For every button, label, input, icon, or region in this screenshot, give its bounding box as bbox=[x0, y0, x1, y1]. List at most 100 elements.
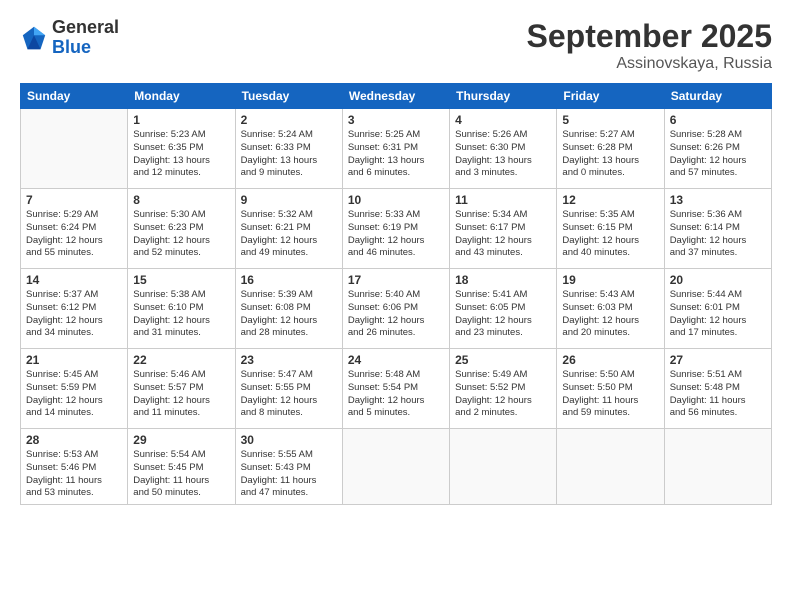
calendar-cell bbox=[21, 109, 128, 189]
calendar-cell: 13 Sunrise: 5:36 AMSunset: 6:14 PMDayligh… bbox=[664, 189, 771, 269]
header-day-friday: Friday bbox=[557, 84, 664, 109]
day-info: Sunrise: 5:51 AMSunset: 5:48 PMDaylight:… bbox=[670, 369, 766, 420]
day-number: 20 bbox=[670, 273, 766, 287]
day-info: Sunrise: 5:29 AMSunset: 6:24 PMDaylight:… bbox=[26, 209, 122, 260]
calendar-cell: 28 Sunrise: 5:53 AMSunset: 5:46 PMDayligh… bbox=[21, 429, 128, 505]
calendar-cell: 18 Sunrise: 5:41 AMSunset: 6:05 PMDayligh… bbox=[450, 269, 557, 349]
calendar-cell: 7 Sunrise: 5:29 AMSunset: 6:24 PMDaylight… bbox=[21, 189, 128, 269]
day-info: Sunrise: 5:46 AMSunset: 5:57 PMDaylight:… bbox=[133, 369, 229, 420]
calendar-week-2: 7 Sunrise: 5:29 AMSunset: 6:24 PMDaylight… bbox=[21, 189, 772, 269]
day-number: 19 bbox=[562, 273, 658, 287]
logo-general: General bbox=[52, 18, 119, 38]
day-info: Sunrise: 5:43 AMSunset: 6:03 PMDaylight:… bbox=[562, 289, 658, 340]
day-number: 13 bbox=[670, 193, 766, 207]
day-info: Sunrise: 5:23 AMSunset: 6:35 PMDaylight:… bbox=[133, 129, 229, 180]
day-number: 6 bbox=[670, 113, 766, 127]
day-info: Sunrise: 5:47 AMSunset: 5:55 PMDaylight:… bbox=[241, 369, 337, 420]
calendar-cell: 25Sunrise: 5:49 AMSunset: 5:52 PMDayligh… bbox=[450, 349, 557, 429]
logo: General Blue bbox=[20, 18, 119, 58]
day-number: 15 bbox=[133, 273, 229, 287]
calendar-cell bbox=[664, 429, 771, 505]
day-info: Sunrise: 5:54 AMSunset: 5:45 PMDaylight:… bbox=[133, 449, 229, 500]
logo-blue: Blue bbox=[52, 38, 119, 58]
calendar-cell bbox=[557, 429, 664, 505]
day-info: Sunrise: 5:44 AMSunset: 6:01 PMDaylight:… bbox=[670, 289, 766, 340]
day-number: 2 bbox=[241, 113, 337, 127]
calendar-week-5: 28 Sunrise: 5:53 AMSunset: 5:46 PMDayligh… bbox=[21, 429, 772, 505]
day-info: Sunrise: 5:38 AMSunset: 6:10 PMDaylight:… bbox=[133, 289, 229, 340]
day-info: Sunrise: 5:24 AMSunset: 6:33 PMDaylight:… bbox=[241, 129, 337, 180]
calendar-cell: 21 Sunrise: 5:45 AMSunset: 5:59 PMDayligh… bbox=[21, 349, 128, 429]
calendar-cell: 5 Sunrise: 5:27 AMSunset: 6:28 PMDaylight… bbox=[557, 109, 664, 189]
day-number: 22 bbox=[133, 353, 229, 367]
day-info: Sunrise: 5:49 AMSunset: 5:52 PMDaylight:… bbox=[455, 369, 551, 420]
day-number: 21 bbox=[26, 353, 122, 367]
calendar-cell: 12 Sunrise: 5:35 AMSunset: 6:15 PMDayligh… bbox=[557, 189, 664, 269]
header-row: SundayMondayTuesdayWednesdayThursdayFrid… bbox=[21, 84, 772, 109]
calendar-cell: 19 Sunrise: 5:43 AMSunset: 6:03 PMDayligh… bbox=[557, 269, 664, 349]
day-info: Sunrise: 5:25 AMSunset: 6:31 PMDaylight:… bbox=[348, 129, 444, 180]
calendar-cell: 24 Sunrise: 5:48 AMSunset: 5:54 PMDayligh… bbox=[342, 349, 449, 429]
calendar-cell: 16 Sunrise: 5:39 AMSunset: 6:08 PMDayligh… bbox=[235, 269, 342, 349]
location: Assinovskaya, Russia bbox=[527, 55, 772, 73]
day-info: Sunrise: 5:55 AMSunset: 5:43 PMDaylight:… bbox=[241, 449, 337, 500]
calendar-cell: 14 Sunrise: 5:37 AMSunset: 6:12 PMDayligh… bbox=[21, 269, 128, 349]
day-number: 8 bbox=[133, 193, 229, 207]
day-number: 28 bbox=[26, 433, 122, 447]
day-info: Sunrise: 5:48 AMSunset: 5:54 PMDaylight:… bbox=[348, 369, 444, 420]
day-number: 10 bbox=[348, 193, 444, 207]
day-number: 9 bbox=[241, 193, 337, 207]
day-info: Sunrise: 5:45 AMSunset: 5:59 PMDaylight:… bbox=[26, 369, 122, 420]
day-info: Sunrise: 5:26 AMSunset: 6:30 PMDaylight:… bbox=[455, 129, 551, 180]
day-info: Sunrise: 5:39 AMSunset: 6:08 PMDaylight:… bbox=[241, 289, 337, 340]
calendar-cell: 27 Sunrise: 5:51 AMSunset: 5:48 PMDayligh… bbox=[664, 349, 771, 429]
day-number: 11 bbox=[455, 193, 551, 207]
header: General Blue September 2025 Assinovskaya… bbox=[20, 18, 772, 73]
day-number: 1 bbox=[133, 113, 229, 127]
day-number: 17 bbox=[348, 273, 444, 287]
header-day-sunday: Sunday bbox=[21, 84, 128, 109]
day-number: 16 bbox=[241, 273, 337, 287]
day-info: Sunrise: 5:27 AMSunset: 6:28 PMDaylight:… bbox=[562, 129, 658, 180]
day-number: 7 bbox=[26, 193, 122, 207]
day-number: 24 bbox=[348, 353, 444, 367]
day-number: 4 bbox=[455, 113, 551, 127]
header-day-saturday: Saturday bbox=[664, 84, 771, 109]
day-info: Sunrise: 5:36 AMSunset: 6:14 PMDaylight:… bbox=[670, 209, 766, 260]
calendar-week-4: 21 Sunrise: 5:45 AMSunset: 5:59 PMDayligh… bbox=[21, 349, 772, 429]
day-info: Sunrise: 5:37 AMSunset: 6:12 PMDaylight:… bbox=[26, 289, 122, 340]
calendar-cell: 22 Sunrise: 5:46 AMSunset: 5:57 PMDayligh… bbox=[128, 349, 235, 429]
header-day-tuesday: Tuesday bbox=[235, 84, 342, 109]
calendar-header: SundayMondayTuesdayWednesdayThursdayFrid… bbox=[21, 84, 772, 109]
calendar-cell: 4 Sunrise: 5:26 AMSunset: 6:30 PMDaylight… bbox=[450, 109, 557, 189]
calendar-table: SundayMondayTuesdayWednesdayThursdayFrid… bbox=[20, 83, 772, 505]
day-number: 18 bbox=[455, 273, 551, 287]
calendar-cell: 11Sunrise: 5:34 AMSunset: 6:17 PMDayligh… bbox=[450, 189, 557, 269]
calendar-cell: 30Sunrise: 5:55 AMSunset: 5:43 PMDayligh… bbox=[235, 429, 342, 505]
calendar-body: 1 Sunrise: 5:23 AMSunset: 6:35 PMDaylight… bbox=[21, 109, 772, 505]
calendar-cell: 2 Sunrise: 5:24 AMSunset: 6:33 PMDaylight… bbox=[235, 109, 342, 189]
day-info: Sunrise: 5:35 AMSunset: 6:15 PMDaylight:… bbox=[562, 209, 658, 260]
calendar-cell: 15 Sunrise: 5:38 AMSunset: 6:10 PMDayligh… bbox=[128, 269, 235, 349]
day-number: 27 bbox=[670, 353, 766, 367]
day-info: Sunrise: 5:41 AMSunset: 6:05 PMDaylight:… bbox=[455, 289, 551, 340]
day-info: Sunrise: 5:53 AMSunset: 5:46 PMDaylight:… bbox=[26, 449, 122, 500]
title-block: September 2025 Assinovskaya, Russia bbox=[527, 18, 772, 73]
calendar-cell: 3Sunrise: 5:25 AMSunset: 6:31 PMDaylight… bbox=[342, 109, 449, 189]
calendar-cell: 10Sunrise: 5:33 AMSunset: 6:19 PMDayligh… bbox=[342, 189, 449, 269]
calendar-week-3: 14 Sunrise: 5:37 AMSunset: 6:12 PMDayligh… bbox=[21, 269, 772, 349]
day-number: 12 bbox=[562, 193, 658, 207]
day-number: 26 bbox=[562, 353, 658, 367]
month-title: September 2025 bbox=[527, 18, 772, 55]
header-day-wednesday: Wednesday bbox=[342, 84, 449, 109]
header-day-monday: Monday bbox=[128, 84, 235, 109]
day-info: Sunrise: 5:30 AMSunset: 6:23 PMDaylight:… bbox=[133, 209, 229, 260]
header-day-thursday: Thursday bbox=[450, 84, 557, 109]
calendar-cell: 20 Sunrise: 5:44 AMSunset: 6:01 PMDayligh… bbox=[664, 269, 771, 349]
logo-icon bbox=[20, 24, 48, 52]
calendar-cell: 8 Sunrise: 5:30 AMSunset: 6:23 PMDaylight… bbox=[128, 189, 235, 269]
day-number: 5 bbox=[562, 113, 658, 127]
day-number: 14 bbox=[26, 273, 122, 287]
day-number: 29 bbox=[133, 433, 229, 447]
calendar-cell: 9Sunrise: 5:32 AMSunset: 6:21 PMDaylight… bbox=[235, 189, 342, 269]
